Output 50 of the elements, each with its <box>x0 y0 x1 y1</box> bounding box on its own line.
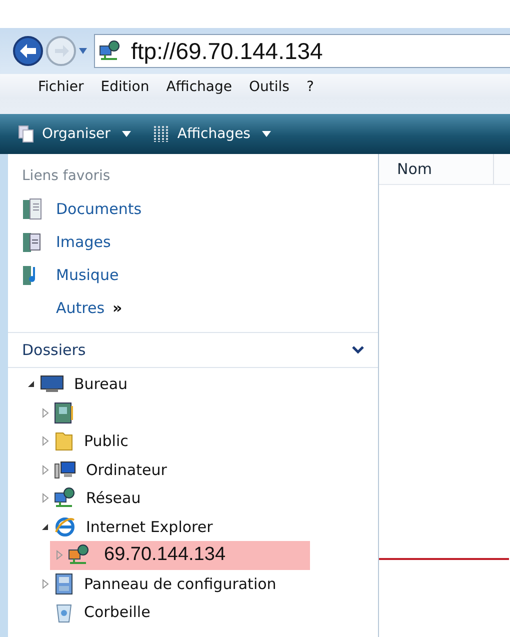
control-panel-icon <box>54 572 74 595</box>
images-library-icon <box>22 230 42 252</box>
address-field[interactable]: ftp://69.70.144.134 <box>94 34 510 68</box>
expanded-arrow-icon[interactable] <box>27 380 35 388</box>
collapsed-arrow-icon[interactable] <box>42 436 48 446</box>
collapsed-arrow-icon[interactable] <box>42 464 48 475</box>
toolbar-button[interactable]: Organiser <box>14 123 136 145</box>
favorite-link[interactable]: Documents <box>56 200 142 218</box>
caret-icon <box>122 131 132 137</box>
collapsed-arrow-icon[interactable] <box>56 550 62 560</box>
pages-icon <box>18 125 34 143</box>
browser-e-icon <box>54 516 76 538</box>
tree-item-label[interactable]: Panneau de configuration <box>84 574 276 593</box>
contact-card-icon <box>54 402 74 424</box>
section-title: Liens favoris <box>22 168 112 184</box>
tree-item-label[interactable]: 69.70.144.134 <box>104 544 226 566</box>
monitor-icon <box>40 375 64 394</box>
highlighted-tree-item[interactable]: 69.70.144.134 <box>50 541 310 570</box>
caret-icon <box>262 131 272 137</box>
favorite-link[interactable]: Musique <box>56 266 119 284</box>
menu-item[interactable]: Fichier <box>38 79 84 95</box>
network-icon <box>54 487 76 510</box>
expanded-arrow-icon[interactable] <box>41 522 49 531</box>
double-chevron-glyph[interactable]: » <box>112 298 122 316</box>
network-icon <box>99 40 121 62</box>
favorite-link[interactable]: Images <box>56 232 111 250</box>
menu-item[interactable]: ? <box>306 79 314 95</box>
tree-item-label[interactable]: Ordinateur <box>86 460 167 479</box>
tree-item-label[interactable]: Bureau <box>74 375 128 394</box>
documents-library-icon <box>22 198 42 220</box>
tree-item-label[interactable]: Réseau <box>86 489 141 508</box>
tree-item-label[interactable]: Internet Explorer <box>86 518 213 536</box>
computer-icon <box>54 460 76 480</box>
section-title: Dossiers <box>22 341 86 359</box>
collapsed-arrow-icon[interactable] <box>42 493 48 504</box>
folder-icon <box>54 430 74 452</box>
network-icon <box>68 544 90 566</box>
chevron-icon[interactable] <box>352 346 364 354</box>
views-grid-icon <box>153 125 170 143</box>
tree-item-label[interactable]: Corbeille <box>84 603 150 622</box>
more-link[interactable]: Autres <box>56 298 105 316</box>
toolbar-button[interactable]: Affichages <box>149 123 276 145</box>
tree-item-label[interactable]: Public <box>84 432 128 450</box>
collapsed-arrow-icon[interactable] <box>42 578 48 589</box>
menu-item[interactable]: Edition <box>100 79 150 95</box>
menu-item[interactable]: Outils <box>248 79 290 95</box>
back-button-icon[interactable] <box>12 35 44 67</box>
menu-item[interactable]: Affichage <box>166 79 232 95</box>
collapsed-arrow-icon[interactable] <box>42 408 48 418</box>
dropdown-arrow-icon[interactable] <box>78 47 88 55</box>
